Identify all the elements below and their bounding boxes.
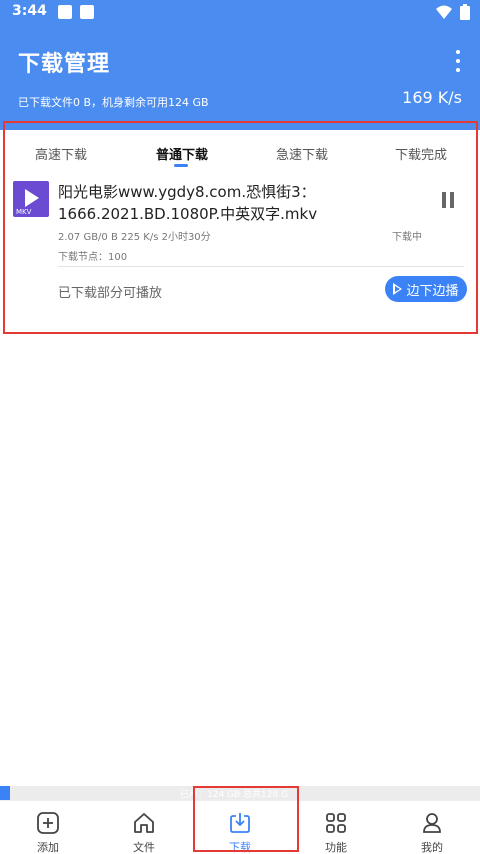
battery-icon bbox=[460, 4, 470, 20]
nav-profile[interactable]: 我的 bbox=[384, 801, 480, 854]
home-icon bbox=[134, 813, 154, 833]
wifi-icon bbox=[436, 5, 452, 19]
status-bar: 3:44 bbox=[0, 0, 480, 24]
tab-indicator bbox=[174, 164, 188, 167]
progress-info: 2.07 GB/0 B 225 K/s 2小时30分 bbox=[58, 232, 211, 243]
play-while-downloading-button[interactable]: 边下边播 bbox=[385, 276, 467, 302]
download-speed: 169 K/s bbox=[402, 88, 462, 107]
highlight-box-nav bbox=[193, 786, 299, 852]
status-time: 3:44 bbox=[12, 3, 47, 19]
download-task[interactable]: MKV 阳光电影www.ygdy8.com.恐惧街3：1666.2021.BD.… bbox=[0, 178, 480, 318]
grid-icon bbox=[326, 813, 346, 833]
tab-completed[interactable]: 下载完成 bbox=[395, 144, 447, 163]
page-title: 下载管理 bbox=[18, 52, 111, 77]
partial-play-label: 已下载部分可播放 bbox=[58, 286, 163, 301]
more-options-icon[interactable] bbox=[454, 50, 462, 72]
download-nodes: 下载节点：100 bbox=[58, 252, 128, 263]
nav-add[interactable]: 添加 bbox=[0, 801, 96, 854]
play-button-label: 边下边播 bbox=[406, 283, 459, 299]
file-name: 阳光电影www.ygdy8.com.恐惧街3：1666.2021.BD.1080… bbox=[58, 183, 318, 223]
add-icon bbox=[37, 812, 59, 834]
nav-files[interactable]: 文件 bbox=[96, 801, 192, 854]
tab-high-speed[interactable]: 高速下载 bbox=[35, 144, 87, 163]
download-tabs: 高速下载 普通下载 急速下载 下载完成 bbox=[0, 132, 480, 174]
storage-summary: 已下载文件0 B，机身剩余可用124 GB bbox=[18, 96, 209, 109]
download-status: 下载中 bbox=[392, 232, 422, 243]
status-icons bbox=[436, 4, 470, 20]
notification-icon bbox=[58, 5, 72, 19]
nav-features-label: 功能 bbox=[325, 841, 347, 854]
tab-rapid[interactable]: 急速下载 bbox=[276, 144, 328, 163]
video-file-icon: MKV bbox=[13, 181, 49, 217]
user-icon bbox=[423, 813, 441, 833]
play-icon bbox=[393, 283, 403, 295]
nav-features[interactable]: 功能 bbox=[288, 801, 384, 854]
pause-icon[interactable] bbox=[440, 192, 456, 208]
storage-usage-fill bbox=[0, 786, 10, 800]
app-header: 下载管理 已下载文件0 B，机身剩余可用124 GB 169 K/s bbox=[0, 24, 480, 120]
nav-files-label: 文件 bbox=[133, 841, 155, 854]
notification-icon bbox=[80, 5, 94, 19]
tab-normal[interactable]: 普通下载 bbox=[156, 144, 208, 163]
divider bbox=[58, 266, 464, 267]
nav-add-label: 添加 bbox=[37, 841, 59, 854]
nav-profile-label: 我的 bbox=[421, 841, 443, 854]
